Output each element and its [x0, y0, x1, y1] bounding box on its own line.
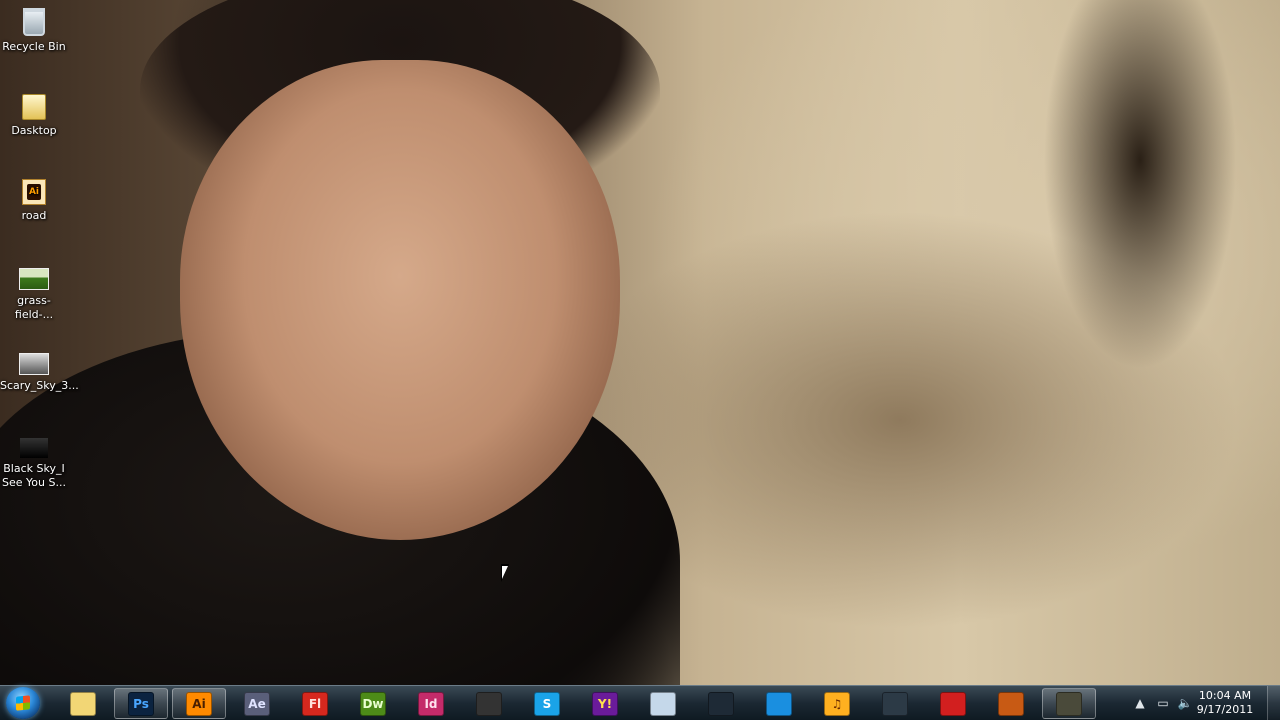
clock-time: 10:04 AM: [1198, 689, 1252, 702]
desktop-icon-scary-sky[interactable]: Scary_Sky_3...: [0, 347, 79, 393]
mouse-cursor: [501, 564, 509, 582]
skype-icon: S: [534, 691, 560, 716]
desktop-icon-label: road: [21, 209, 47, 222]
taskbar-button-folder[interactable]: [56, 688, 110, 719]
desktop-icon-label: Scary_Sky_3...: [0, 379, 79, 392]
desktop-icon-grass-field[interactable]: grass-field-...: [0, 262, 68, 322]
after-effects-icon: Ae: [244, 691, 270, 716]
record-icon: [940, 691, 966, 716]
folder-icon: [70, 691, 96, 716]
taskbar-button-eye[interactable]: [694, 688, 748, 719]
taskbar-button-flash[interactable]: Fl: [288, 688, 342, 719]
taskbar-button-indesign[interactable]: Id: [404, 688, 458, 719]
illustrator-file-icon: Ai: [22, 179, 46, 205]
monitor-icon: [650, 691, 676, 716]
taskbar-button-monitor[interactable]: [636, 688, 690, 719]
desktop-icon-label: grass-field-...: [14, 294, 54, 321]
desktop-icon-road[interactable]: Ai road: [0, 173, 68, 223]
taskbar-button-music-note[interactable]: ♫: [810, 688, 864, 719]
taskbar-button-webcam[interactable]: [868, 688, 922, 719]
taskbar-button-skype[interactable]: S: [520, 688, 574, 719]
wallpaper-face: [180, 60, 620, 540]
taskbar: Ps Ai Ae Fl Dw Id S Y! ♫ ▲ ▭ 🔈 10:04 AM 9/17/201…: [0, 685, 1280, 720]
indesign-icon: Id: [418, 691, 444, 716]
eye-icon: [708, 691, 734, 716]
desktop-icon-label: Recycle Bin: [2, 40, 66, 53]
checkerboard-icon: [476, 691, 502, 716]
yahoo-messenger-icon: Y!: [592, 691, 618, 716]
taskbar-button-camera[interactable]: [1042, 688, 1096, 719]
desktop-icon-recycle-bin[interactable]: Recycle Bin: [0, 2, 68, 54]
taskbar-button-monkey[interactable]: [984, 688, 1038, 719]
folder-icon: [22, 94, 46, 120]
start-button[interactable]: [6, 687, 40, 719]
dreamweaver-icon: Dw: [360, 691, 386, 716]
taskbar-button-record[interactable]: [926, 688, 980, 719]
desktop-icon-black-sky[interactable]: Black Sky_I See You S...: [0, 432, 68, 490]
desktop-icon-label: Black Sky_I See You S...: [2, 462, 66, 489]
desktop-icon-label: Dasktop: [11, 124, 57, 137]
taskbar-button-checkerboard[interactable]: [462, 688, 516, 719]
photoshop-icon: Ps: [128, 691, 154, 716]
recycle-bin-icon: [23, 8, 45, 36]
clock-date: 9/17/2011: [1196, 703, 1254, 716]
taskbar-button-yahoo-messenger[interactable]: Y!: [578, 688, 632, 719]
music-note-icon: ♫: [824, 691, 850, 716]
taskbar-button-teamviewer[interactable]: [752, 688, 806, 719]
illustrator-icon: Ai: [186, 691, 212, 716]
webcam-icon: [882, 691, 908, 716]
image-file-icon: [19, 268, 49, 290]
camera-icon: [1056, 691, 1082, 716]
image-file-icon: [19, 353, 49, 375]
desktop-icon-dasktop[interactable]: Dasktop: [0, 88, 68, 138]
show-desktop-button[interactable]: [1267, 686, 1280, 720]
teamviewer-icon: [766, 691, 792, 716]
network-icon[interactable]: ▭: [1155, 695, 1171, 711]
windows-logo-icon: [16, 695, 30, 711]
taskbar-button-illustrator[interactable]: Ai: [172, 688, 226, 719]
clock[interactable]: 10:04 AM 9/17/2011: [1190, 689, 1260, 717]
flash-icon: Fl: [302, 691, 328, 716]
monkey-icon: [998, 691, 1024, 716]
taskbar-button-after-effects[interactable]: Ae: [230, 688, 284, 719]
taskbar-button-photoshop[interactable]: Ps: [114, 688, 168, 719]
image-file-icon: [20, 438, 48, 458]
taskbar-button-dreamweaver[interactable]: Dw: [346, 688, 400, 719]
desktop-wallpaper[interactable]: Recycle Bin Dasktop Ai road grass-field-…: [0, 0, 1280, 685]
show-hidden-icons-arrow-icon[interactable]: ▲: [1132, 695, 1148, 711]
